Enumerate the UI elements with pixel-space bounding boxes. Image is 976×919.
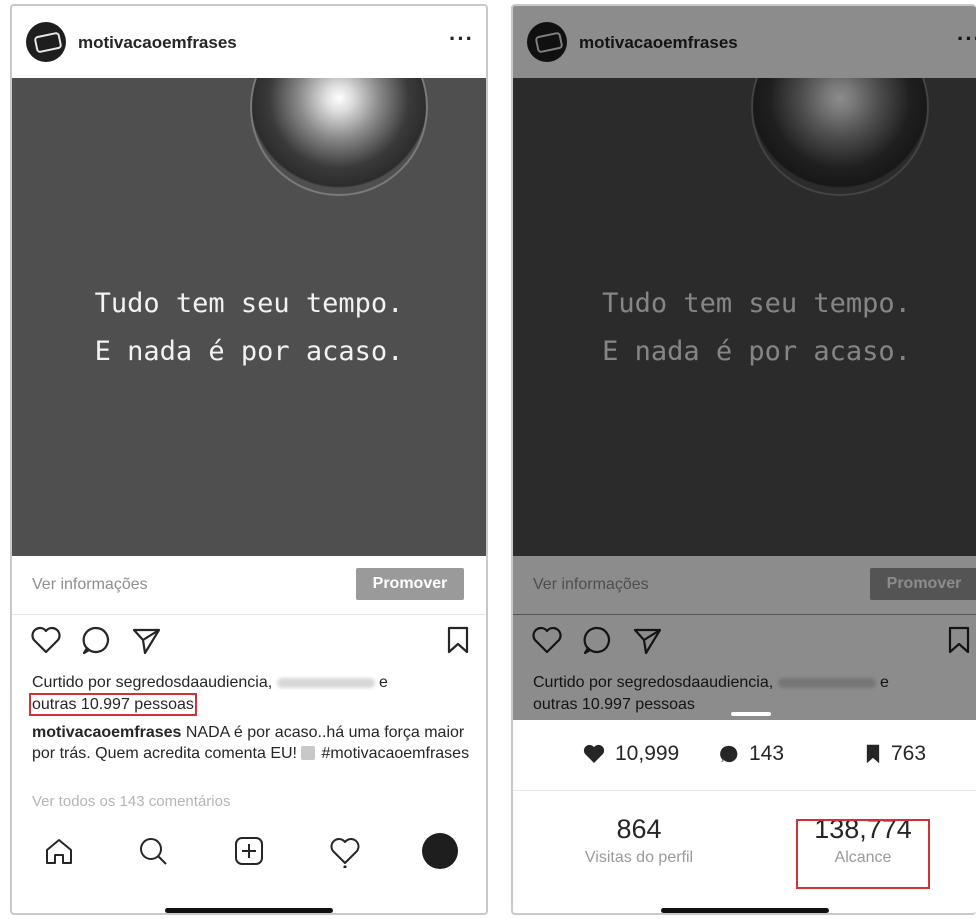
post-caption: motivacaoemfrases NADA é por acaso..há u…	[32, 722, 472, 764]
quote-line-2: E nada é por acaso.	[94, 336, 404, 367]
photo-quote: Tudo tem seu tempo. E nada é por acaso.	[12, 280, 486, 376]
bookmark-icon	[866, 744, 880, 764]
insights-stats-row: 10,999 143 763	[513, 728, 976, 791]
caption-username[interactable]: motivacaoemfrases	[32, 724, 181, 741]
bookmark-icon[interactable]	[442, 624, 474, 656]
activity-heart-icon[interactable]	[328, 834, 362, 868]
right-phone-screen: motivacaoemfrases ··· Tudo tem seu tempo…	[511, 4, 976, 915]
liked-by-separator: ,	[267, 674, 277, 691]
liked-by-others[interactable]: outras 10.997 pessoas	[29, 693, 197, 716]
likes-stat: 10,999	[583, 742, 679, 766]
comment-bubble-icon	[720, 745, 738, 763]
post-photo[interactable]: Tudo tem seu tempo. E nada é por acaso.	[12, 78, 486, 556]
home-indicator	[165, 908, 333, 913]
blurred-username	[276, 677, 375, 688]
reach-highlight-box	[796, 819, 930, 889]
post-username[interactable]: motivacaoemfrases	[78, 33, 237, 53]
heart-icon[interactable]	[30, 624, 62, 656]
view-all-comments-link[interactable]: Ver todos os 143 comentários	[32, 793, 230, 810]
profile-avatar-tab[interactable]	[422, 833, 458, 869]
comments-count: 143	[749, 742, 785, 765]
drag-handle[interactable]	[731, 712, 771, 716]
home-icon[interactable]	[42, 834, 76, 868]
liked-by-prefix: Curtido por	[32, 674, 116, 691]
bottom-tab-bar	[12, 826, 486, 886]
caption-hashtag[interactable]: #motivacaoemfrases	[321, 745, 469, 762]
more-options-icon[interactable]: ···	[449, 26, 474, 52]
profile-visits-value: 864	[616, 814, 662, 844]
profile-visits-metric: 864 Visitas do perfil	[549, 814, 729, 867]
comments-stat: 143	[719, 742, 784, 766]
paper-plane-icon[interactable]	[130, 624, 162, 656]
liked-by-and: e	[374, 674, 388, 691]
profile-visits-label: Visitas do perfil	[584, 849, 694, 866]
comment-bubble-icon[interactable]	[80, 624, 112, 656]
promote-button[interactable]: Promover	[356, 568, 464, 600]
post-header: motivacaoemfrases ···	[12, 6, 486, 78]
plus-square-icon[interactable]	[232, 834, 266, 868]
dim-overlay[interactable]	[513, 6, 976, 720]
view-insights-link[interactable]: Ver informações	[32, 576, 148, 594]
insights-row: Ver informações Promover	[12, 556, 486, 615]
post-actions	[12, 624, 486, 668]
heart-icon	[583, 744, 605, 763]
search-icon[interactable]	[136, 834, 170, 868]
home-indicator	[660, 908, 829, 913]
lightbulb-image	[250, 78, 428, 196]
likes-count: 10,999	[615, 742, 680, 765]
liked-by-user[interactable]: segredosdaaudiencia	[116, 674, 268, 691]
emoji-icon	[301, 746, 316, 760]
liked-by-text: Curtido por segredosdaaudiencia, e outra…	[29, 672, 452, 716]
left-phone-screen: motivacaoemfrases ··· Tudo tem seu tempo…	[10, 4, 488, 915]
avatar[interactable]	[26, 22, 66, 62]
saves-stat: 763	[865, 742, 926, 766]
saves-count: 763	[891, 742, 927, 765]
quote-line-1: Tudo tem seu tempo.	[94, 288, 404, 319]
